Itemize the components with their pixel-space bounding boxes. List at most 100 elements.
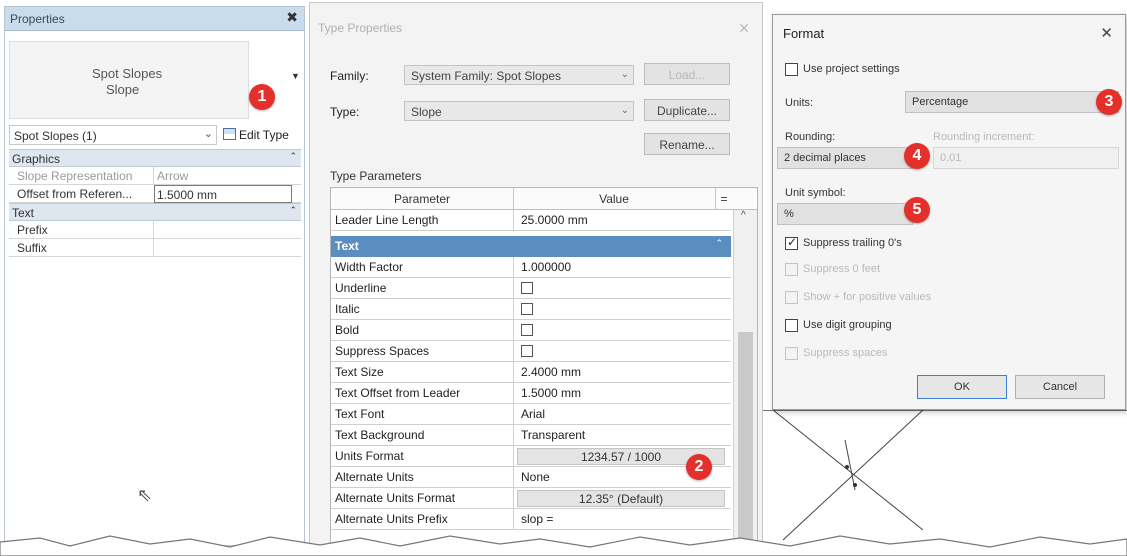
scrollbar-thumb[interactable] [738,332,753,546]
callout-badge-4: 4 [904,143,930,169]
suppress-0-feet-label: Suppress 0 feet [803,263,881,275]
parameter-value[interactable]: 1.5000 mm [521,386,581,400]
torn-edge-decoration [0,535,1127,556]
property-name: Prefix [17,223,48,237]
suppress-trailing-zeros-checkbox[interactable]: ✓ [785,235,798,250]
group-header-text[interactable]: Text ⌃ [9,203,301,221]
offset-value-input[interactable]: 1.5000 mm [154,185,292,203]
parameter-name: Units Format [335,449,404,463]
instance-selector-value: Spot Slopes (1) [14,129,97,143]
dialog-title: Format [783,26,825,41]
properties-title: Properties [10,12,65,26]
group-header-graphics[interactable]: Graphics ⌃ [9,149,301,167]
units-dropdown[interactable]: Percentage [905,91,1119,113]
parameter-value[interactable]: Transparent [521,428,585,442]
table-row[interactable]: Units Format 1234.57 / 1000 [331,446,731,467]
property-row[interactable]: Suffix [9,239,301,257]
alternate-units-format-button[interactable]: 12.35° (Default) [517,490,725,507]
load-button[interactable]: Load... [644,63,730,85]
rename-button[interactable]: Rename... [644,133,730,155]
type-dropdown[interactable]: Slope ⌄ [404,101,634,121]
type-label: Type: [330,105,360,119]
use-project-settings-label: Use project settings [803,63,900,75]
table-row[interactable]: Alternate Units None [331,467,731,488]
type-parameters-grid: Parameter Value = Leader Line Length 25.… [330,187,758,547]
table-row[interactable]: Text Offset from Leader 1.5000 mm [331,383,731,404]
rounding-dropdown[interactable]: 2 decimal places [777,147,913,169]
bold-checkbox[interactable] [521,324,533,336]
parameter-name: Width Factor [335,260,404,274]
close-icon[interactable]: ✖ [286,9,298,26]
grid-header: Parameter Value = [331,188,757,210]
table-row[interactable]: Width Factor 1.000000 [331,257,731,278]
scroll-up-icon[interactable]: ^ [741,210,746,221]
cancel-button-label: Cancel [1042,381,1078,393]
parameter-value[interactable]: 25.0000 mm [521,213,588,227]
chevron-down-icon: ⌄ [620,105,629,116]
property-row[interactable]: Prefix [9,221,301,239]
close-icon[interactable]: ✕ [1100,24,1113,42]
group-header-text[interactable]: Text ⌃ [331,236,731,257]
properties-title-bar[interactable]: Properties ✖ [5,7,304,31]
underline-checkbox[interactable] [521,282,533,294]
parameter-column-header[interactable]: Parameter [331,192,513,206]
collapse-icon[interactable]: ⌃ [289,151,297,162]
column-divider [513,299,514,320]
parameter-value[interactable]: 2.4000 mm [521,365,581,379]
unit-symbol-dropdown[interactable]: % [777,203,913,225]
table-row[interactable]: Italic [331,299,731,320]
parameter-value[interactable]: Arial [521,407,545,421]
collapse-icon[interactable]: ⌃ [715,238,723,249]
rounding-value: 2 decimal places [784,152,866,164]
column-divider [513,210,514,231]
italic-checkbox[interactable] [521,303,533,315]
table-row[interactable]: Bold [331,320,731,341]
property-value: 1.5000 mm [157,188,218,202]
parameter-name: Leader Line Length [335,213,439,227]
table-row[interactable]: Suppress Spaces [331,341,731,362]
formula-column-header[interactable]: = [717,192,731,206]
chevron-down-icon[interactable]: ▼ [291,71,300,81]
property-row[interactable]: Offset from Referen... 1.5000 mm [9,185,301,203]
edit-type-button[interactable]: Edit Type [221,125,301,145]
ok-button[interactable]: OK [917,375,1007,399]
parameter-name: Bold [335,323,360,337]
parameter-name: Underline [335,281,387,295]
property-name: Offset from Referen... [17,187,133,201]
callout-badge-1: 1 [249,84,275,110]
rounding-increment-field: 0.01 [933,147,1119,169]
table-row[interactable]: Alternate Units Format 12.35° (Default) [331,488,731,509]
vertical-scrollbar[interactable]: ^ [733,210,757,546]
chevron-down-icon: ⌄ [620,69,629,80]
column-divider [513,467,514,488]
rename-button-label: Rename... [659,138,715,152]
table-row[interactable]: Leader Line Length 25.0000 mm [331,210,731,231]
table-row[interactable]: Underline [331,278,731,299]
family-dropdown[interactable]: System Family: Spot Slopes ⌄ [404,65,634,85]
use-project-settings-checkbox[interactable] [785,63,798,76]
chevron-down-icon: ⌄ [203,128,213,140]
column-divider [153,221,154,238]
column-divider [153,239,154,256]
suppress-trailing-zeros-label: Suppress trailing 0's [803,237,902,249]
parameter-name: Suppress Spaces [335,344,430,358]
column-divider [513,257,514,278]
instance-selector[interactable]: Spot Slopes (1) ⌄ [9,125,217,145]
value-column-header[interactable]: Value [514,192,714,206]
parameter-value[interactable]: 1.000000 [521,260,571,274]
collapse-icon[interactable]: ⌃ [289,205,297,216]
table-row[interactable]: Text Font Arial [331,404,731,425]
parameter-name: Text Font [335,407,385,421]
close-icon[interactable]: ✕ [738,20,750,37]
duplicate-button[interactable]: Duplicate... [644,99,730,121]
use-digit-grouping-checkbox[interactable] [785,319,798,332]
parameter-value[interactable]: None [521,470,550,484]
type-preview[interactable]: Spot Slopes Slope [9,41,249,119]
column-divider [513,362,514,383]
type-parameters-label: Type Parameters [330,169,422,183]
table-row[interactable]: Text Background Transparent [331,425,731,446]
property-row[interactable]: Slope Representation Arrow [9,167,301,185]
cancel-button[interactable]: Cancel [1015,375,1105,399]
suppress-spaces-checkbox[interactable] [521,345,533,357]
table-row[interactable]: Text Size 2.4000 mm [331,362,731,383]
